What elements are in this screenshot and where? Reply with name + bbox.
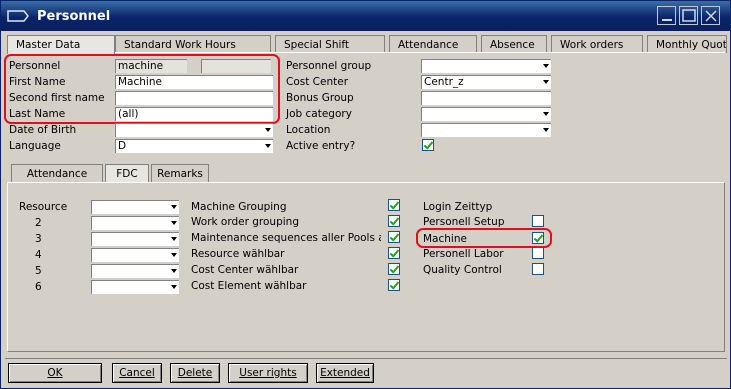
chevron-down-icon [543,80,549,84]
maintenance-sequences-checkbox[interactable] [388,231,400,243]
tab-standard-work-hours[interactable]: Standard Work Hours [115,35,271,53]
quality-control-checkbox[interactable] [532,263,544,275]
language-label: Language [9,140,61,152]
active-entry-checkbox[interactable] [422,139,434,151]
cost-center-selectable-checkbox[interactable] [388,263,400,275]
extended-button[interactable]: Extended [316,363,374,383]
chevron-down-icon [171,285,177,289]
chevron-down-icon [543,64,549,68]
language-value: D [118,140,127,152]
role-label: Personell Setup [423,216,505,228]
app-icon [7,10,29,22]
user-rights-button-label: User rights [239,367,297,379]
tab-monthly-quota[interactable]: Monthly Quota [647,35,727,53]
date-of-birth-dropdown[interactable] [115,123,273,137]
chevron-down-icon [171,205,177,209]
personell-setup-checkbox[interactable] [532,215,544,227]
permission-label: Cost Center wählbar [191,264,299,276]
ok-button[interactable]: OK [8,363,102,383]
subtab-fdc[interactable]: FDC [105,164,149,182]
user-rights-button[interactable]: User rights [228,363,308,383]
language-dropdown[interactable]: D [115,139,273,153]
button-bar-separator [5,358,727,359]
job-category-label: Job category [286,108,352,120]
resource-label: Resource [19,201,68,213]
maximize-icon [682,9,696,22]
permission-label: Maintenance sequences aller Pools anr [191,232,381,244]
role-label: Personell Labor [423,248,504,260]
chevron-down-icon [171,221,177,225]
active-entry-label: Active entry? [286,140,356,152]
resource-dropdown-3[interactable] [91,232,179,246]
minimize-icon [662,19,672,21]
resource-dropdown-2[interactable] [91,216,179,230]
machine-grouping-checkbox[interactable] [388,199,400,211]
cost-center-label: Cost Center [286,76,349,88]
close-button[interactable] [701,6,720,25]
permission-label: Machine Grouping [191,201,287,213]
resource-row-number: 6 [35,281,42,293]
permission-label: Resource wählbar [191,248,285,260]
tab-special-shift[interactable]: Special Shift [275,35,385,53]
permission-label: Cost Element wählbar [191,280,307,292]
chevron-down-icon [543,128,549,132]
location-dropdown[interactable] [421,123,551,137]
chevron-down-icon [265,144,271,148]
personnel-group-label: Personnel group [286,60,372,72]
date-of-birth-label: Date of Birth [9,124,77,136]
cost-center-dropdown[interactable]: Centr_z [421,75,551,89]
cancel-button-label: Cancel [119,367,155,379]
job-category-dropdown[interactable] [421,107,551,121]
chevron-down-icon [171,269,177,273]
bonus-group-label: Bonus Group [286,92,354,104]
extended-button-label: Extended [320,367,370,379]
resource-row-number: 3 [35,233,42,245]
bonus-group-field[interactable] [421,91,551,105]
cost-center-value: Centr_z [424,76,464,88]
delete-button-label: Delete [177,367,213,379]
tab-master-data[interactable]: Master Data [7,35,115,54]
chevron-down-icon [171,237,177,241]
resource-dropdown-4[interactable] [91,248,179,262]
resource-row-number: 2 [35,217,42,229]
title-bar[interactable]: Personnel [1,1,730,31]
subtab-attendance[interactable]: Attendance [11,164,103,182]
highlight-name-group [4,54,280,124]
role-label: Quality Control [423,264,502,276]
personnel-group-dropdown[interactable] [421,59,551,73]
resource-dropdown-1[interactable] [91,200,179,214]
resource-dropdown-6[interactable] [91,280,179,294]
resource-row-number: 5 [35,265,42,277]
subtab-remarks[interactable]: Remarks [151,164,209,182]
personell-labor-checkbox[interactable] [532,247,544,259]
minimize-button[interactable] [657,6,676,25]
tab-absence[interactable]: Absence [481,35,547,53]
delete-button[interactable]: Delete [170,363,220,383]
permission-label: Work order grouping [191,216,299,228]
cost-element-selectable-checkbox[interactable] [388,279,400,291]
work-order-grouping-checkbox[interactable] [388,215,400,227]
close-icon [705,10,717,22]
chevron-down-icon [171,253,177,257]
chevron-down-icon [543,112,549,116]
chevron-down-icon [265,128,271,132]
highlight-machine-role [416,228,552,248]
personnel-window: Personnel Master Data Standard Work Hour… [0,0,731,389]
maximize-button[interactable] [679,6,698,25]
location-label: Location [286,124,331,136]
resource-row-number: 4 [35,249,42,261]
window-title: Personnel [37,9,111,24]
tab-work-orders[interactable]: Work orders [551,35,643,53]
login-zeittyp-label: Login Zeittyp [423,201,493,213]
ok-button-label: OK [47,367,63,379]
resource-dropdown-5[interactable] [91,264,179,278]
cancel-button[interactable]: Cancel [112,363,162,383]
tab-attendance[interactable]: Attendance [389,35,477,53]
resource-selectable-checkbox[interactable] [388,247,400,259]
